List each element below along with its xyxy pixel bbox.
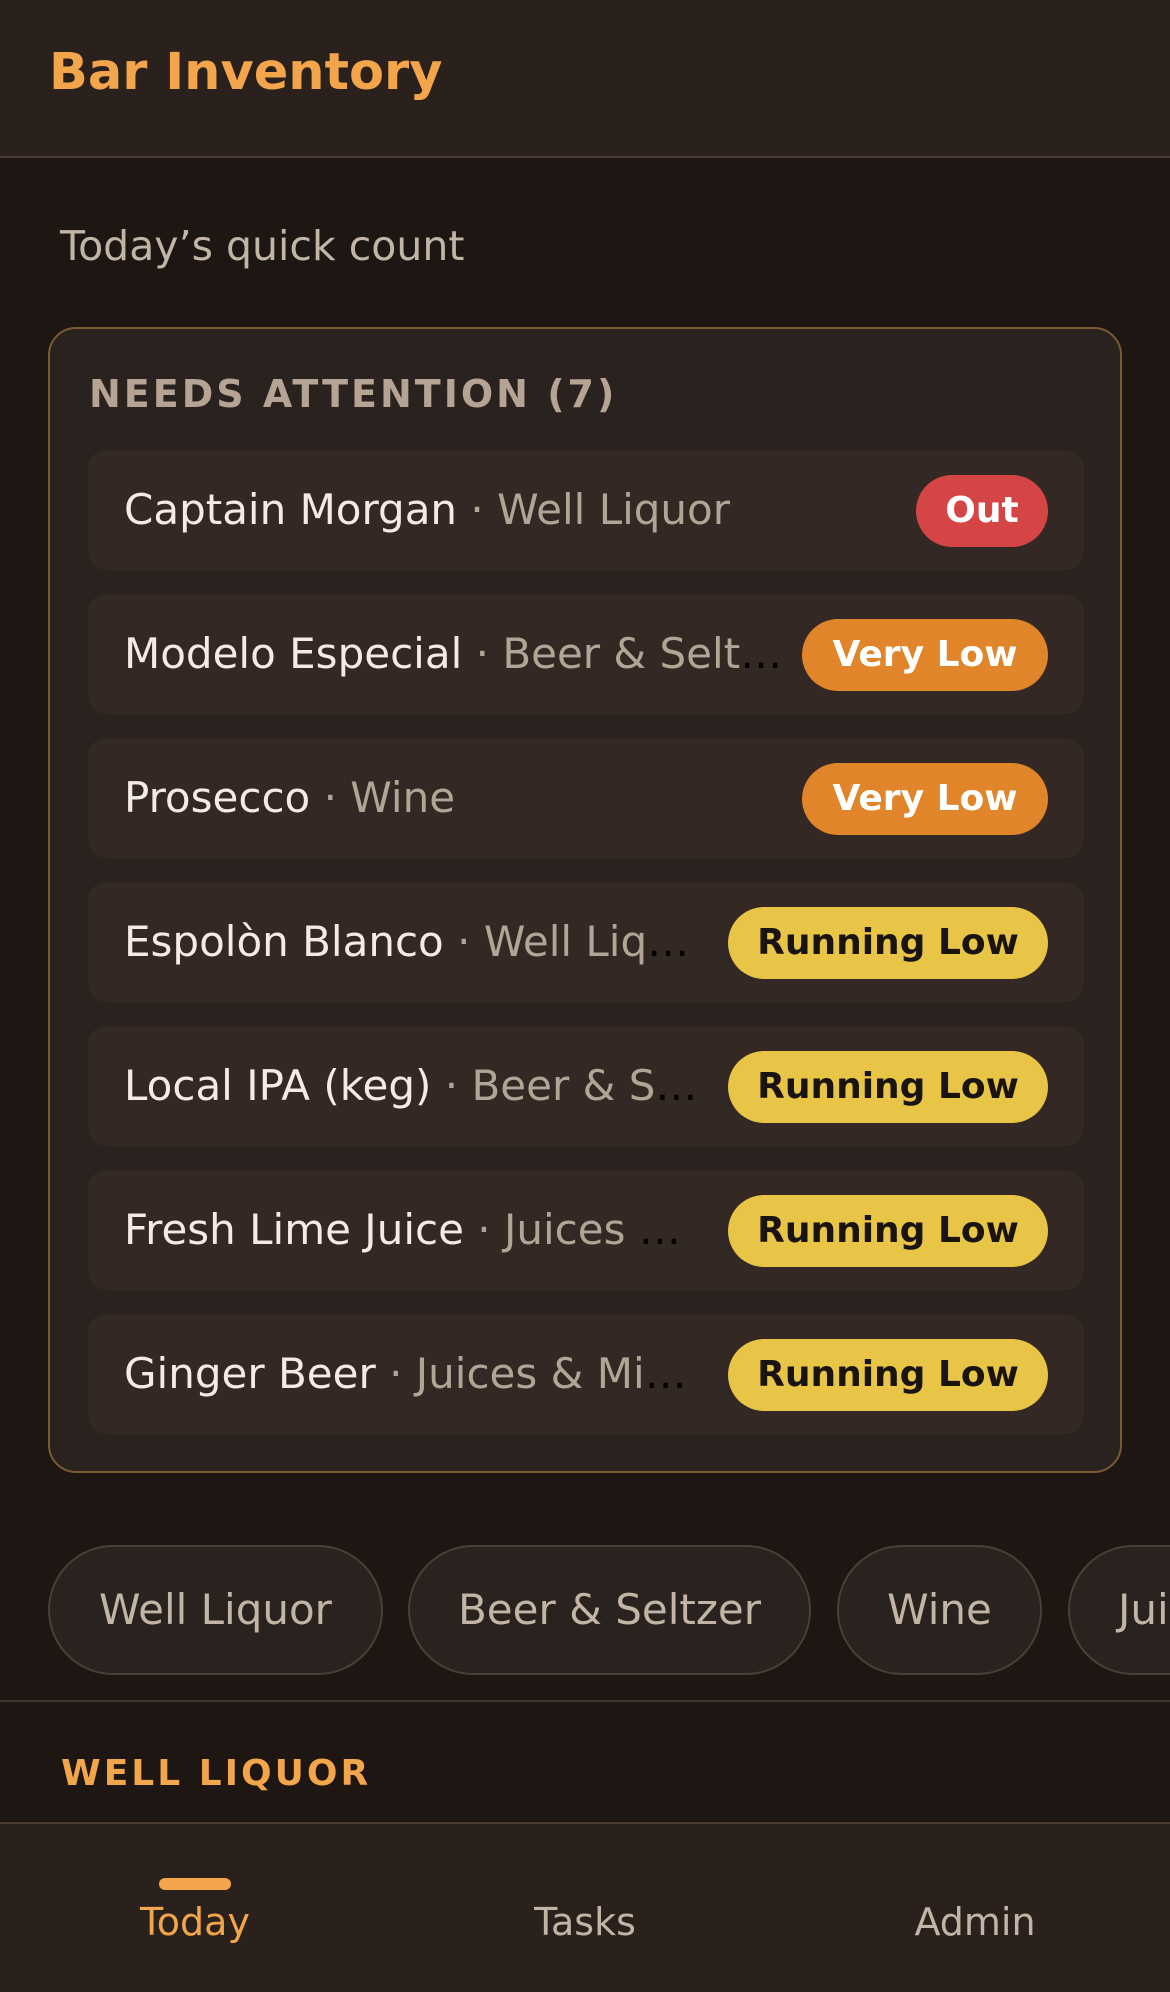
item-separator: · [462,629,503,678]
status-badge: Very Low [802,619,1048,691]
item-category: Well Liquor [483,917,704,966]
status-badge: Running Low [728,1195,1048,1267]
attention-row[interactable]: Modelo Especial · Beer & Seltzer Very Low [88,594,1084,714]
nav-item-admin[interactable]: Admin [780,1824,1170,1992]
attention-row[interactable]: Fresh Lime Juice · Juices & Mixers Runnin… [88,1170,1084,1290]
item-separator: · [431,1061,472,1110]
attention-row[interactable]: Prosecco · Wine Very Low [88,738,1084,858]
attention-row-text: Ginger Beer · Juices & Mixers [124,1314,704,1434]
item-name: Modelo Especial [124,629,463,678]
item-category: Beer & Seltzer [471,1061,704,1110]
attention-row-text: Prosecco · Wine [124,738,784,858]
item-category: Wine [350,773,456,822]
filter-chip-wine[interactable]: Wine [837,1545,1042,1675]
item-name: Espolòn Blanco [124,917,444,966]
item-separator: · [310,773,351,822]
filter-chip-beer-seltzer[interactable]: Beer & Seltzer [408,1545,811,1675]
section-divider [0,1700,1170,1702]
filter-chip-well-liquor[interactable]: Well Liquor [48,1545,383,1675]
item-name: Local IPA (keg) [124,1061,432,1110]
active-tab-indicator [159,1878,231,1890]
attention-row[interactable]: Ginger Beer · Juices & Mixers Running Low [88,1314,1084,1434]
needs-attention-list: Captain Morgan · Well Liquor Out Modelo Es… [88,450,1084,1458]
needs-attention-card: NEEDS ATTENTION (7) Captain Morgan · Wel… [48,327,1122,1473]
item-name: Ginger Beer [124,1349,376,1398]
status-badge: Running Low [728,1339,1048,1411]
attention-row-text: Local IPA (keg) · Beer & Seltzer [124,1026,704,1146]
needs-attention-heading: NEEDS ATTENTION (7) [89,372,618,416]
attention-row-text: Modelo Especial · Beer & Seltzer [124,594,784,714]
attention-row-text: Fresh Lime Juice · Juices & Mixers [124,1170,704,1290]
nav-item-today[interactable]: Today [0,1824,390,1992]
item-name: Fresh Lime Juice [124,1205,464,1254]
nav-label: Tasks [534,1900,636,1944]
item-separator: · [375,1349,416,1398]
bottom-navigation: Today Tasks Admin [0,1822,1170,1992]
status-badge: Running Low [728,907,1048,979]
item-category: Juices & Mixers [415,1349,704,1398]
app-title: Bar Inventory [49,43,443,102]
quick-count-subtitle: Today’s quick count [60,222,465,270]
nav-label: Admin [914,1900,1036,1944]
category-filter-chips: Well LiquorBeer & SeltzerWine Juices & Mi… [48,1545,1170,1677]
status-badge: Out [916,475,1048,547]
item-separator: · [443,917,484,966]
nav-item-tasks[interactable]: Tasks [390,1824,780,1992]
attention-row[interactable]: Espolòn Blanco · Well Liquor Running Low [88,882,1084,1002]
app-header: Bar Inventory [0,0,1170,158]
nav-label: Today [140,1900,250,1944]
attention-row[interactable]: Local IPA (keg) · Beer & Seltzer Running … [88,1026,1084,1146]
filter-chip-juices-mixers[interactable]: Juices & Mixers [1068,1545,1170,1675]
attention-row-text: Espolòn Blanco · Well Liquor [124,882,704,1002]
attention-row[interactable]: Captain Morgan · Well Liquor Out [88,450,1084,570]
item-separator: · [457,485,498,534]
item-category: Juices & Mixers [503,1205,704,1254]
item-name: Prosecco [124,773,311,822]
attention-row-text: Captain Morgan · Well Liquor [124,450,904,570]
section-heading-well-liquor: WELL LIQUOR [61,1753,372,1794]
item-name: Captain Morgan [124,485,458,534]
item-category: Beer & Seltzer [502,629,784,678]
status-badge: Very Low [802,763,1048,835]
item-category: Well Liquor [497,485,731,534]
status-badge: Running Low [728,1051,1048,1123]
item-separator: · [463,1205,504,1254]
bar-inventory-screen: Bar Inventory Today’s quick count NEEDS … [0,0,1170,1992]
